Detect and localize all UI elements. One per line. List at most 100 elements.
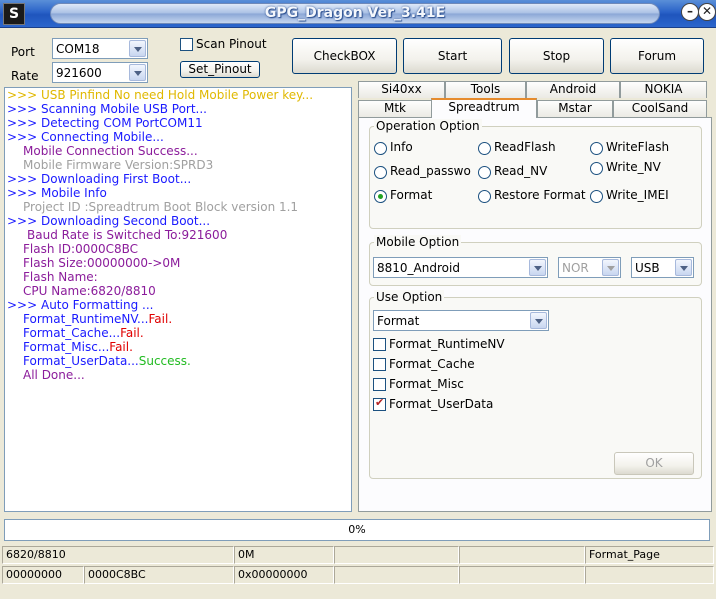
log-line: Flash Size:00000000->0M bbox=[23, 256, 181, 270]
radio-info-label: Info bbox=[390, 140, 413, 154]
radio-writeflash[interactable] bbox=[590, 142, 603, 155]
format-cache-checkbox[interactable] bbox=[373, 358, 386, 371]
title-bar: S GPG_Dragon Ver_3.41E – ✕ bbox=[0, 0, 716, 28]
port-label: Port bbox=[11, 45, 35, 59]
log-line: Flash ID:0000C8BC bbox=[23, 242, 139, 256]
status-flash-size: 00000000 bbox=[2, 566, 84, 584]
flash-type-value: NOR bbox=[562, 261, 589, 275]
log-text: Format_UserData... bbox=[23, 354, 139, 368]
flash-type-combo: NOR bbox=[558, 257, 621, 278]
log-status: Fail. bbox=[148, 312, 173, 326]
chevron-down-icon[interactable] bbox=[530, 312, 547, 329]
rate-value: 921600 bbox=[56, 66, 102, 80]
radio-readflash[interactable] bbox=[478, 142, 491, 155]
status-cell bbox=[334, 546, 459, 564]
log-line: Format_Cache...Fail. bbox=[23, 326, 144, 340]
format-runtimenv-label: Format_RuntimeNV bbox=[389, 337, 505, 351]
stop-button[interactable]: Stop bbox=[509, 38, 604, 74]
chevron-down-icon[interactable] bbox=[129, 40, 146, 57]
ok-button[interactable]: OK bbox=[614, 452, 694, 475]
radio-read-nv-label: Read_NV bbox=[494, 164, 548, 178]
operation-option-group: Operation Option Info ReadFlash WriteFla… bbox=[369, 119, 702, 229]
tab-mtk[interactable]: Mtk bbox=[358, 100, 432, 117]
radio-format[interactable] bbox=[374, 190, 387, 203]
status-bar-bottom: 00000000 0000C8BC 0x00000000 bbox=[2, 566, 714, 584]
log-line: Mobile Connection Success... bbox=[23, 144, 198, 158]
log-line: >>> Scanning Mobile USB Port... bbox=[7, 102, 207, 116]
scan-pinout-checkbox[interactable] bbox=[180, 38, 193, 51]
radio-format-label: Format bbox=[390, 188, 433, 202]
radio-restore-format-label: Restore Format bbox=[494, 188, 586, 202]
tab-mstar[interactable]: Mstar bbox=[537, 100, 613, 117]
close-icon[interactable]: ✕ bbox=[698, 3, 716, 21]
radio-read-password[interactable] bbox=[374, 166, 387, 179]
log-text: Format_Misc... bbox=[23, 340, 110, 354]
log-line: Flash Name: bbox=[23, 270, 98, 284]
format-userdata-label: Format_UserData bbox=[389, 397, 494, 411]
rate-combo[interactable]: 921600 bbox=[52, 62, 148, 83]
rate-label: Rate bbox=[11, 69, 39, 83]
radio-read-nv[interactable] bbox=[478, 166, 491, 179]
chevron-down-icon[interactable] bbox=[675, 259, 692, 276]
radio-writeflash-label: WriteFlash bbox=[606, 140, 670, 154]
checkbox-button[interactable]: CheckBOX bbox=[292, 38, 397, 74]
log-text: Format_RuntimeNV... bbox=[23, 312, 149, 326]
format-cache-label: Format_Cache bbox=[389, 357, 475, 371]
log-status: Fail. bbox=[120, 326, 144, 340]
radio-write-imei[interactable] bbox=[590, 190, 603, 203]
status-bar-top: 6820/8810 0M Format_Page bbox=[2, 546, 714, 564]
port-combo[interactable]: COM18 bbox=[52, 38, 148, 59]
connection-type-value: USB bbox=[635, 261, 660, 275]
chevron-down-icon[interactable] bbox=[529, 259, 546, 276]
log-status: Success. bbox=[138, 354, 191, 368]
radio-write-nv-label: Write_NV bbox=[606, 160, 661, 174]
title-pill: GPG_Dragon Ver_3.41E bbox=[50, 3, 660, 24]
tab-si40xx[interactable]: Si40xx bbox=[358, 81, 445, 98]
format-runtimenv-checkbox[interactable] bbox=[373, 338, 386, 351]
log-line: Format_RuntimeNV...Fail. bbox=[23, 312, 172, 326]
minimize-icon[interactable]: – bbox=[681, 3, 699, 21]
status-cell bbox=[459, 546, 585, 564]
app-logo-icon[interactable]: S bbox=[3, 3, 25, 25]
log-line: Format_Misc...Fail. bbox=[23, 340, 133, 354]
window-title: GPG_Dragon Ver_3.41E bbox=[264, 5, 446, 21]
log-line: >>> Detecting COM PortCOM11 bbox=[7, 116, 203, 130]
port-value: COM18 bbox=[56, 42, 100, 56]
radio-readflash-label: ReadFlash bbox=[494, 140, 556, 154]
mobile-model-combo[interactable]: 8810_Android bbox=[373, 257, 548, 278]
log-line: Baud Rate is Switched To:921600 bbox=[27, 228, 228, 242]
log-line: Format_UserData...Success. bbox=[23, 354, 191, 368]
radio-write-imei-label: Write_IMEI bbox=[606, 188, 669, 202]
log-line: All Done... bbox=[23, 368, 85, 382]
chevron-down-icon bbox=[602, 259, 619, 276]
log-text: Format_Cache... bbox=[23, 326, 121, 340]
log-line: >>> USB Pinfind No need Hold Mobile Powe… bbox=[7, 88, 314, 102]
chevron-down-icon[interactable] bbox=[129, 64, 146, 81]
log-panel[interactable]: >>> USB Pinfind No need Hold Mobile Powe… bbox=[4, 87, 352, 512]
progress-bar: 0% bbox=[4, 519, 710, 541]
log-line: CPU Name:6820/8810 bbox=[23, 284, 156, 298]
mobile-model-value: 8810_Android bbox=[377, 261, 460, 275]
radio-restore-format[interactable] bbox=[478, 190, 491, 203]
format-misc-checkbox[interactable] bbox=[373, 378, 386, 391]
status-flash-id: 0000C8BC bbox=[84, 566, 234, 584]
forum-button[interactable]: Forum bbox=[610, 38, 704, 74]
tab-spreadtrum[interactable]: Spreadtrum bbox=[431, 98, 537, 118]
tab-android[interactable]: Android bbox=[526, 81, 620, 98]
use-mode-combo[interactable]: Format bbox=[373, 310, 549, 331]
scan-pinout-label: Scan Pinout bbox=[196, 37, 267, 51]
radio-write-nv[interactable] bbox=[590, 162, 603, 175]
log-line: >>> Auto Formatting ... bbox=[7, 298, 154, 312]
tab-tools[interactable]: Tools bbox=[445, 81, 526, 98]
tab-nokia[interactable]: NOKIA bbox=[620, 81, 707, 98]
format-userdata-checkbox[interactable] bbox=[373, 396, 386, 411]
spreadtrum-panel: Operation Option Info ReadFlash WriteFla… bbox=[358, 117, 712, 512]
status-cell bbox=[585, 566, 714, 584]
connection-type-combo[interactable]: USB bbox=[631, 257, 694, 278]
set-pinout-button[interactable]: Set_Pinout bbox=[180, 61, 260, 78]
log-line: Mobile Firmware Version:SPRD3 bbox=[23, 158, 214, 172]
tab-coolsand[interactable]: CoolSand bbox=[613, 100, 707, 117]
radio-info[interactable] bbox=[374, 142, 387, 155]
format-misc-label: Format_Misc bbox=[389, 377, 464, 391]
start-button[interactable]: Start bbox=[403, 38, 502, 74]
